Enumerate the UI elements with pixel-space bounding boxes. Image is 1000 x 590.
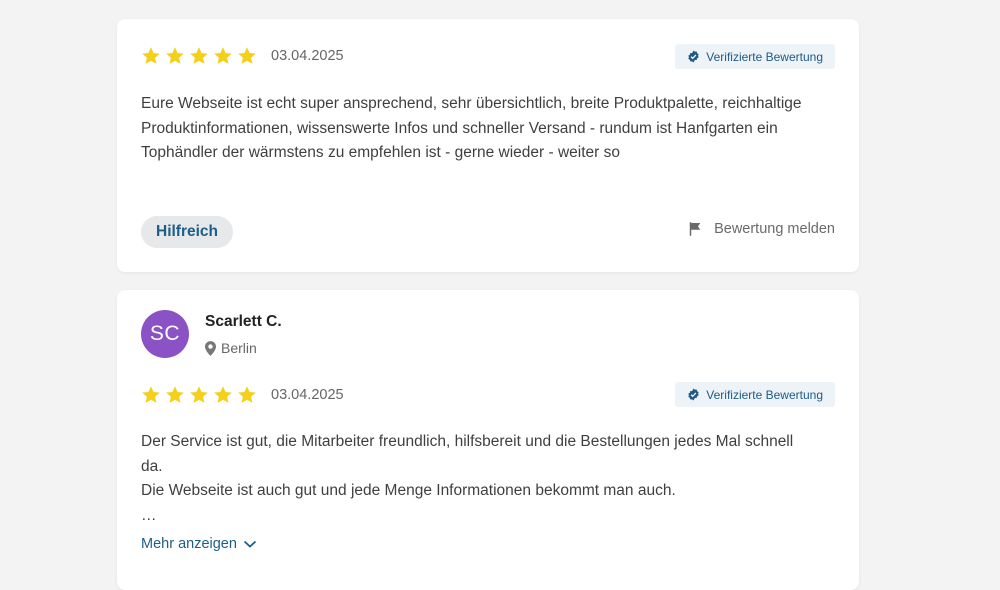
flag-icon	[686, 220, 704, 238]
verified-badge: Verifizierte Bewertung	[675, 44, 835, 69]
star-icon	[165, 385, 185, 405]
show-more-label: Mehr anzeigen	[141, 536, 237, 552]
review-card: 03.04.2025 Verifizierte Bewertung Eure W…	[117, 19, 859, 272]
star-icon	[165, 46, 185, 66]
chevron-down-icon	[243, 539, 257, 549]
review-text-line: Eure Webseite ist echt super ansprechend…	[141, 95, 802, 112]
star-icon	[237, 385, 257, 405]
review-text-line: Produktinformationen, wissenswerte Infos…	[141, 119, 778, 137]
verified-label: Verifizierte Bewertung	[706, 49, 823, 64]
show-more-link[interactable]: Mehr anzeigen	[141, 536, 257, 552]
review-text-line: …	[141, 506, 157, 524]
star-icon	[189, 46, 209, 66]
verified-badge: Verifizierte Bewertung	[675, 382, 835, 407]
star-icon	[213, 385, 233, 405]
review-card: SC Scarlett C. Berlin 03.04.2025 Verifiz…	[117, 290, 859, 590]
map-pin-icon	[205, 340, 216, 356]
star-icon	[237, 46, 257, 66]
helpful-button[interactable]: Hilfreich	[141, 216, 234, 248]
review-text-line: Tophändler der wärmstens zu empfehlen is…	[141, 144, 621, 161]
verified-label: Verifizierte Bewertung	[706, 387, 823, 402]
location-label: Berlin	[221, 340, 257, 356]
rating-row: 03.04.2025	[141, 46, 344, 66]
star-icon	[141, 46, 161, 66]
star-rating	[141, 385, 257, 405]
avatar: SC	[141, 310, 189, 358]
author-name: Scarlett C.	[205, 313, 282, 330]
review-date: 03.04.2025	[271, 387, 344, 403]
report-label: Bewertung melden	[714, 221, 835, 237]
review-text-line: Die Webseite ist auch gut und jede Menge…	[141, 482, 676, 499]
review-date: 03.04.2025	[271, 48, 344, 64]
review-text-line: Der Service ist gut, die Mitarbeiter fre…	[141, 433, 794, 450]
verified-badge-icon	[687, 388, 700, 401]
star-icon	[213, 46, 233, 66]
author-location: Berlin	[205, 340, 257, 356]
report-review-link[interactable]: Bewertung melden	[686, 220, 835, 238]
star-rating	[141, 46, 257, 66]
verified-badge-icon	[687, 50, 700, 63]
review-text-line: da.	[141, 457, 163, 475]
star-icon	[189, 385, 209, 405]
rating-row: 03.04.2025	[141, 385, 344, 405]
star-icon	[141, 385, 161, 405]
review-text: Eure Webseite ist echt super ansprechend…	[141, 92, 835, 166]
review-text: Der Service ist gut, die Mitarbeiter fre…	[141, 430, 835, 528]
